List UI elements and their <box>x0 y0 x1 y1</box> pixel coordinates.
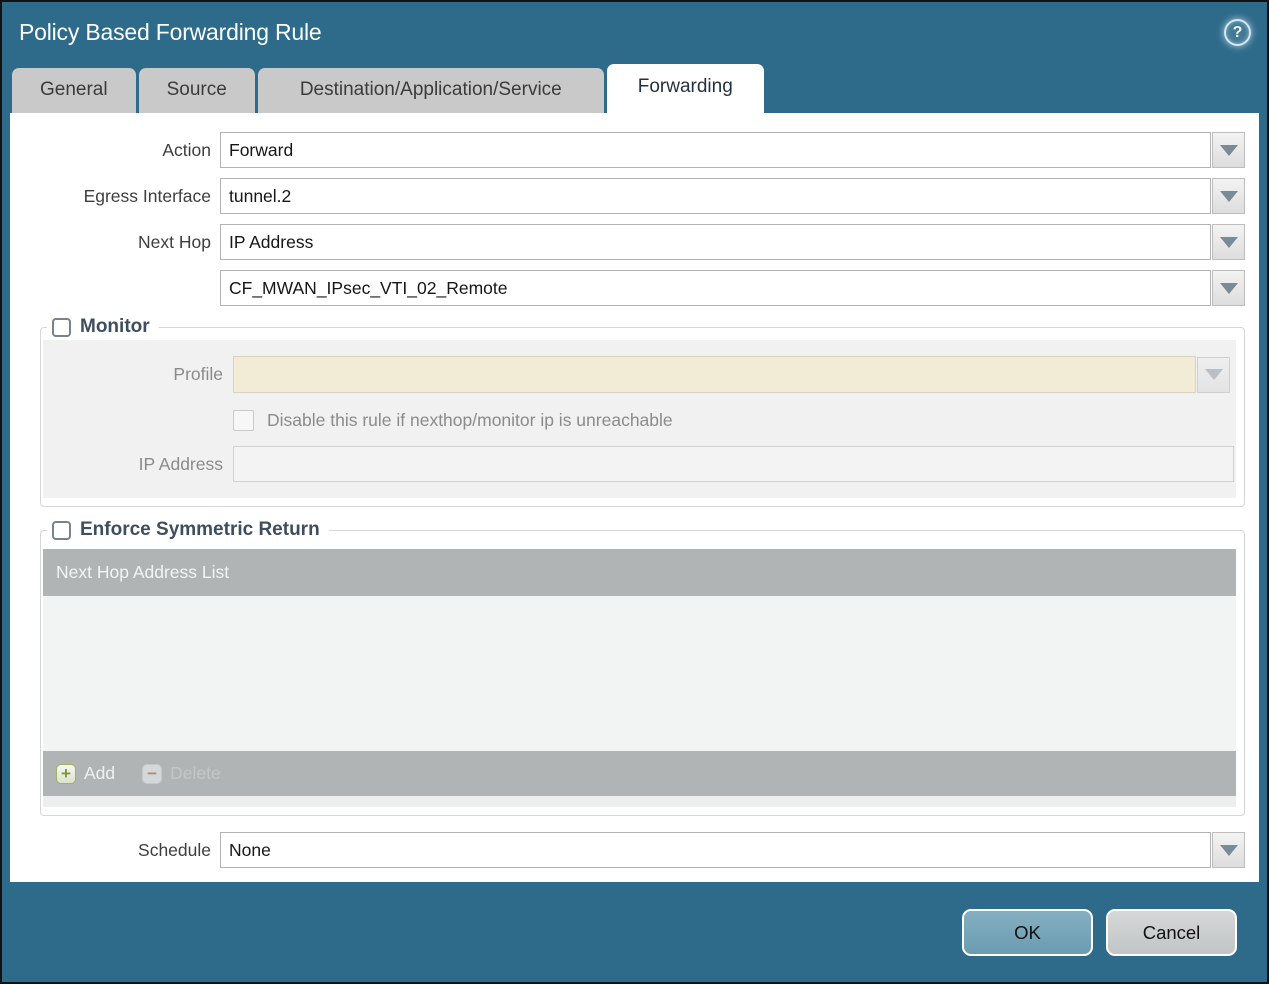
table-bottom-strip <box>43 796 1236 807</box>
add-button[interactable]: + Add <box>56 763 115 784</box>
action-combobox <box>220 132 1245 168</box>
monitor-checkbox[interactable] <box>52 317 71 337</box>
enforce-symmetric-return-legend: Enforce Symmetric Return <box>47 519 329 541</box>
add-button-label: Add <box>84 763 116 783</box>
chevron-down-icon <box>1219 236 1238 248</box>
enforce-symmetric-return-section: Enforce Symmetric Return Next Hop Addres… <box>40 519 1245 816</box>
next-hop-address-list-header: Next Hop Address List <box>43 549 1236 596</box>
enforce-symmetric-return-checkbox[interactable] <box>52 520 71 540</box>
chevron-down-icon <box>1219 844 1238 856</box>
tab-forwarding[interactable]: Forwarding <box>606 64 764 113</box>
chevron-down-icon <box>1219 190 1238 202</box>
monitor-ip-address-input <box>233 446 1234 482</box>
next-hop-address-list-toolbar: + Add − Delete <box>43 751 1236 796</box>
monitor-title: Monitor <box>80 316 150 337</box>
action-dropdown-button[interactable] <box>1212 132 1245 168</box>
dialog-titlebar: Policy Based Forwarding Rule ? <box>2 2 1267 63</box>
schedule-row: Schedule <box>40 832 1245 868</box>
egress-interface-combobox <box>220 178 1245 214</box>
dialog-title: Policy Based Forwarding Rule <box>19 19 322 45</box>
monitor-ip-address-row: IP Address <box>43 446 1236 482</box>
monitor-section: Monitor Profile Disable this rule if nex… <box>40 316 1245 507</box>
next-hop-label: Next Hop <box>138 231 211 252</box>
schedule-label: Schedule <box>138 839 211 860</box>
next-hop-type-dropdown-button[interactable] <box>1212 224 1245 260</box>
tab-destination-application-service[interactable]: Destination/Application/Service <box>257 68 604 113</box>
chevron-down-icon <box>1219 282 1238 294</box>
next-hop-address-list-body[interactable] <box>43 596 1236 751</box>
delete-button-label: Delete <box>170 763 221 783</box>
disable-rule-checkbox <box>233 410 254 431</box>
monitor-profile-row: Profile <box>43 356 1236 393</box>
next-hop-address-combobox <box>220 270 1245 306</box>
action-label: Action <box>162 139 211 160</box>
plus-icon: + <box>56 763 76 784</box>
delete-button: − Delete <box>142 763 221 784</box>
schedule-combobox <box>220 832 1245 868</box>
monitor-profile-dropdown-button <box>1197 356 1230 393</box>
ok-button[interactable]: OK <box>962 909 1093 956</box>
minus-icon: − <box>142 763 163 784</box>
next-hop-address-dropdown-button[interactable] <box>1212 270 1245 306</box>
monitor-ip-address-label: IP Address <box>138 453 223 474</box>
chevron-down-icon <box>1219 144 1238 156</box>
cancel-button[interactable]: Cancel <box>1106 909 1237 956</box>
next-hop-address-list-table: Next Hop Address List + Add − Delete <box>43 549 1236 796</box>
chevron-down-icon <box>1204 369 1223 380</box>
policy-based-forwarding-dialog: Policy Based Forwarding Rule ? General S… <box>0 0 1269 984</box>
disable-rule-label: Disable this rule if nexthop/monitor ip … <box>267 410 673 430</box>
monitor-profile-input <box>233 356 1196 393</box>
dialog-button-bar: OK Cancel <box>2 882 1267 956</box>
schedule-dropdown-button[interactable] <box>1212 832 1245 868</box>
next-hop-address-row <box>40 270 1245 306</box>
action-row: Action <box>40 132 1245 168</box>
egress-interface-label: Egress Interface <box>83 185 211 206</box>
next-hop-type-combobox <box>220 224 1245 260</box>
egress-interface-input[interactable] <box>220 178 1211 214</box>
forwarding-tab-panel: Action Egress Interface Next Hop <box>10 113 1259 882</box>
monitor-disable-rule-row: Disable this rule if nexthop/monitor ip … <box>233 410 1236 431</box>
egress-interface-row: Egress Interface <box>40 178 1245 214</box>
tab-general[interactable]: General <box>12 68 136 113</box>
tab-bar: General Source Destination/Application/S… <box>2 63 1267 113</box>
action-input[interactable] <box>220 132 1211 168</box>
egress-interface-dropdown-button[interactable] <box>1212 178 1245 214</box>
monitor-body: Profile Disable this rule if nexthop/mon… <box>43 340 1236 498</box>
monitor-profile-label: Profile <box>173 364 223 384</box>
monitor-legend: Monitor <box>47 316 159 338</box>
tab-source[interactable]: Source <box>138 68 255 113</box>
next-hop-address-input[interactable] <box>220 270 1211 306</box>
enforce-symmetric-return-title: Enforce Symmetric Return <box>80 519 320 540</box>
next-hop-row: Next Hop <box>40 224 1245 260</box>
next-hop-type-input[interactable] <box>220 224 1211 260</box>
schedule-input[interactable] <box>220 832 1211 868</box>
help-icon[interactable]: ? <box>1224 19 1251 46</box>
